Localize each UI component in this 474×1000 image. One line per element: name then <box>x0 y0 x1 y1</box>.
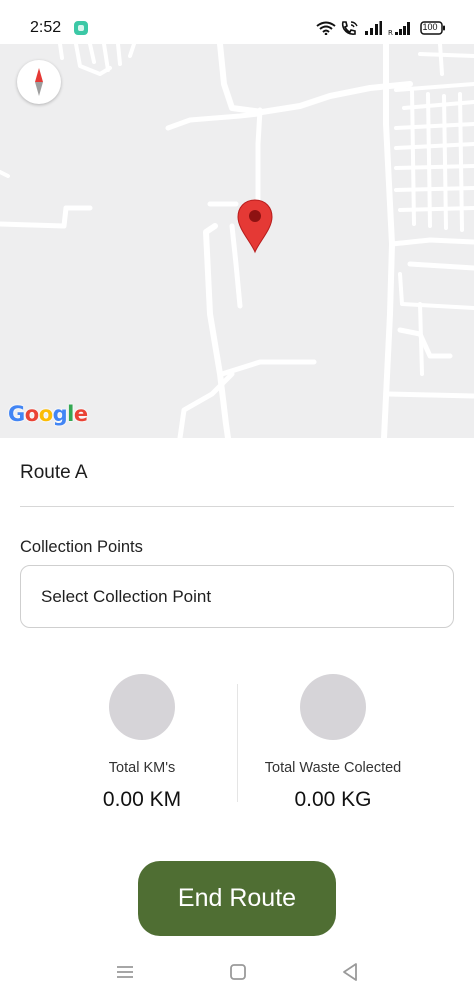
total-km-value: 0.00 KM <box>102 788 182 811</box>
compass-icon <box>35 68 43 96</box>
total-km-label: Total KM's <box>108 760 176 776</box>
roaming-signal-icon: R <box>388 20 414 41</box>
back-icon[interactable] <box>338 960 362 984</box>
total-km-circle <box>109 674 175 740</box>
total-km-stat: Total KM's 0.00 KM <box>42 674 242 812</box>
status-bar: 2:52 R 100 <box>0 0 474 44</box>
menu-icon[interactable] <box>113 960 137 984</box>
total-waste-stat: Total Waste Colected 0.00 KG <box>233 674 433 812</box>
collection-point-select[interactable]: Select Collection Point <box>20 565 454 628</box>
total-waste-value: 0.00 KG <box>294 788 372 811</box>
google-logo: Google <box>8 402 88 426</box>
total-waste-label: Total Waste Colected <box>264 760 402 776</box>
wifi-calling-icon <box>340 20 360 41</box>
route-title: Route A <box>20 462 88 483</box>
signal-strength-icon <box>364 20 382 41</box>
compass-button[interactable] <box>17 60 61 104</box>
collection-points-label: Collection Points <box>20 538 143 556</box>
divider <box>20 506 454 507</box>
map-view[interactable]: Google <box>0 44 474 438</box>
status-time: 2:52 <box>30 19 62 36</box>
battery-level: 100 <box>422 22 438 32</box>
collection-point-placeholder: Select Collection Point <box>41 587 212 606</box>
home-icon[interactable] <box>226 960 250 984</box>
total-waste-circle <box>300 674 366 740</box>
app-notification-icon <box>74 21 88 35</box>
svg-text:R: R <box>388 29 393 36</box>
system-nav-bar <box>0 950 474 1000</box>
location-pin-icon[interactable] <box>236 198 274 254</box>
wifi-icon <box>316 21 336 40</box>
end-route-button[interactable]: End Route <box>138 861 336 936</box>
